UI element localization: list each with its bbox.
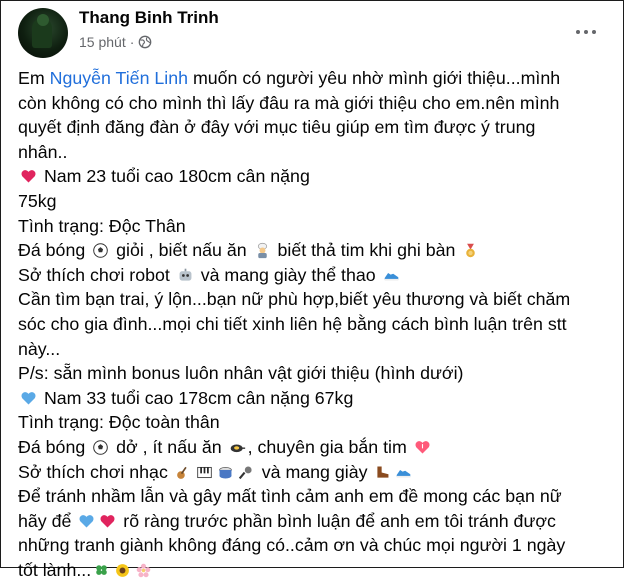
sunflower-icon bbox=[114, 562, 131, 579]
soccer-ball-icon bbox=[92, 242, 109, 259]
post-time[interactable]: 15 phút bbox=[79, 34, 126, 50]
content-line: nhân.. bbox=[18, 141, 68, 162]
medal-icon bbox=[462, 242, 479, 259]
content-line: sóc cho gia đình...mọi chi tiết xinh liê… bbox=[18, 313, 567, 334]
content-line: Đá bóng giỏi , biết nấu ăn biết thả tim … bbox=[18, 238, 614, 263]
post-meta: 15 phút · bbox=[79, 34, 152, 50]
piano-icon bbox=[196, 464, 213, 481]
content-line: Để tránh nhầm lẫn và gây mất tình cảm an… bbox=[18, 486, 562, 507]
mention-link[interactable]: Nguyễn Tiến Linh bbox=[50, 68, 188, 88]
author-name[interactable]: Thang Binh Trinh bbox=[79, 8, 219, 28]
cook-icon bbox=[254, 242, 271, 259]
more-options-button[interactable] bbox=[566, 20, 606, 44]
globe-icon[interactable] bbox=[138, 35, 152, 49]
cherry-blossom-icon bbox=[135, 562, 152, 579]
content-line: Cần tìm bạn trai, ý lộn...bạn nữ phù hợp… bbox=[18, 289, 571, 310]
content-line: Sở thích chơi nhạc và mang giày bbox=[18, 460, 614, 485]
content-line: P/s: sẵn mình bonus luôn nhân vật giới t… bbox=[18, 363, 464, 384]
post-header: Thang Binh Trinh 15 phút · bbox=[18, 8, 614, 58]
blue-heart-icon bbox=[20, 390, 37, 407]
content-line: 75kg bbox=[18, 190, 57, 211]
blue-heart-icon bbox=[78, 513, 95, 530]
four-leaf-clover-icon bbox=[93, 562, 110, 579]
content-line: Tình trạng: Độc Thân bbox=[18, 215, 186, 236]
content-line: quyết định đăng đàn ở đây với mục tiêu g… bbox=[18, 117, 536, 138]
robot-icon bbox=[177, 267, 194, 284]
content-line: hãy để rõ ràng trước phần bình luận để a… bbox=[18, 510, 556, 531]
frying-pan-icon bbox=[229, 439, 246, 456]
red-heart-icon bbox=[99, 513, 116, 530]
content-line: những tranh giành không đáng có..cảm ơn … bbox=[18, 535, 566, 556]
boot-icon bbox=[374, 464, 391, 481]
avatar[interactable] bbox=[18, 8, 68, 58]
guitar-icon bbox=[175, 464, 192, 481]
content-line: Đá bóng dở , ít nấu ăn , chuyên gia bắn … bbox=[18, 435, 614, 460]
running-shoe-icon bbox=[395, 464, 412, 481]
content-line: tốt lành... bbox=[18, 558, 614, 582]
content-line: Sở thích chơi robot và mang giày thể tha… bbox=[18, 263, 614, 288]
separator-dot: · bbox=[129, 34, 135, 50]
running-shoe-icon bbox=[383, 267, 400, 284]
heart-exclamation-icon bbox=[414, 439, 431, 456]
content-line: Nam 23 tuổi cao 180cm cân nặng bbox=[18, 164, 614, 189]
content-line: này... bbox=[18, 338, 61, 359]
content-line: Em Nguyễn Tiến Linh muốn có người yêu nh… bbox=[18, 68, 561, 88]
soccer-ball-icon bbox=[92, 439, 109, 456]
drum-icon bbox=[217, 464, 234, 481]
post-content: Em Nguyễn Tiến Linh muốn có người yêu nh… bbox=[18, 66, 614, 582]
microphone-icon bbox=[238, 464, 255, 481]
content-line: Tình trạng: Độc toàn thân bbox=[18, 412, 220, 433]
content-line: còn không có cho mình thì lấy đâu ra mà … bbox=[18, 92, 560, 113]
red-heart-icon bbox=[20, 168, 37, 185]
content-line: Nam 33 tuổi cao 178cm cân nặng 67kg bbox=[18, 386, 614, 411]
